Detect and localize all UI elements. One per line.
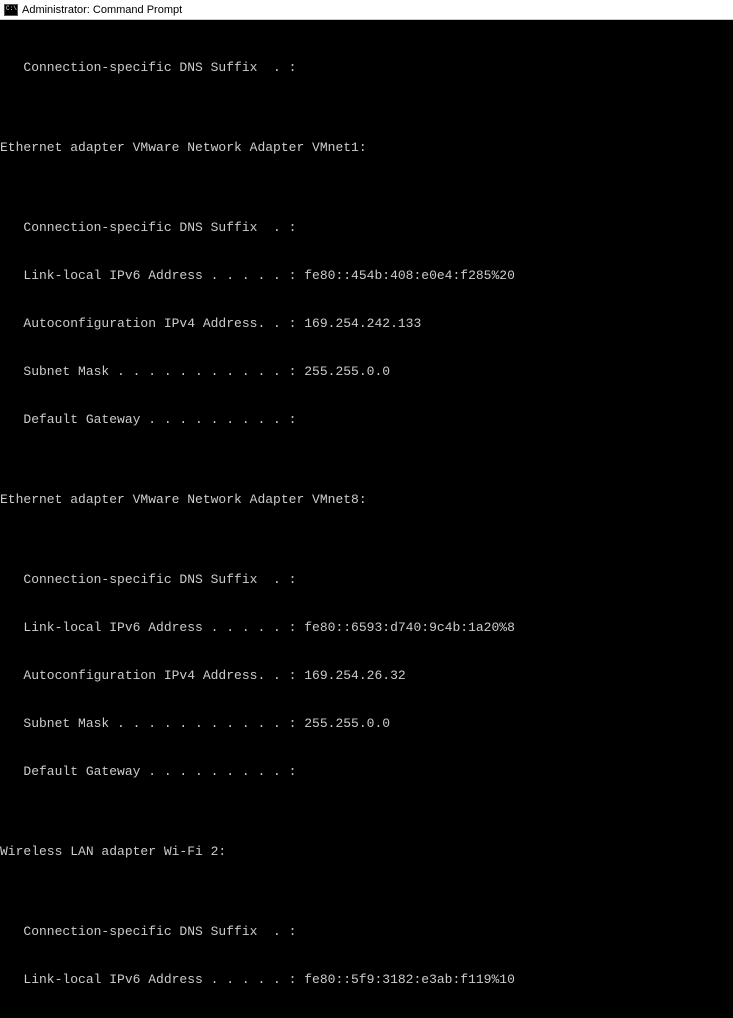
- output-line: Default Gateway . . . . . . . . . :: [0, 412, 733, 428]
- output-line: Wireless LAN adapter Wi-Fi 2:: [0, 844, 733, 860]
- output-line: Connection-specific DNS Suffix . :: [0, 924, 733, 940]
- terminal-output[interactable]: Connection-specific DNS Suffix . : Ether…: [0, 20, 733, 1018]
- output-line: Subnet Mask . . . . . . . . . . . : 255.…: [0, 716, 733, 732]
- window-titlebar[interactable]: Administrator: Command Prompt: [0, 0, 733, 20]
- output-line: Connection-specific DNS Suffix . :: [0, 220, 733, 236]
- output-line: Autoconfiguration IPv4 Address. . : 169.…: [0, 316, 733, 332]
- output-line: Ethernet adapter VMware Network Adapter …: [0, 140, 733, 156]
- output-line: Link-local IPv6 Address . . . . . : fe80…: [0, 268, 733, 284]
- output-line: Subnet Mask . . . . . . . . . . . : 255.…: [0, 364, 733, 380]
- cmd-icon: [4, 4, 18, 16]
- output-line: Autoconfiguration IPv4 Address. . : 169.…: [0, 668, 733, 684]
- window-title: Administrator: Command Prompt: [22, 4, 182, 16]
- output-line: Ethernet adapter VMware Network Adapter …: [0, 492, 733, 508]
- output-line: Connection-specific DNS Suffix . :: [0, 572, 733, 588]
- output-line: Link-local IPv6 Address . . . . . : fe80…: [0, 620, 733, 636]
- output-line: Link-local IPv6 Address . . . . . : fe80…: [0, 972, 733, 988]
- output-line: Default Gateway . . . . . . . . . :: [0, 764, 733, 780]
- output-line: Connection-specific DNS Suffix . :: [0, 60, 733, 76]
